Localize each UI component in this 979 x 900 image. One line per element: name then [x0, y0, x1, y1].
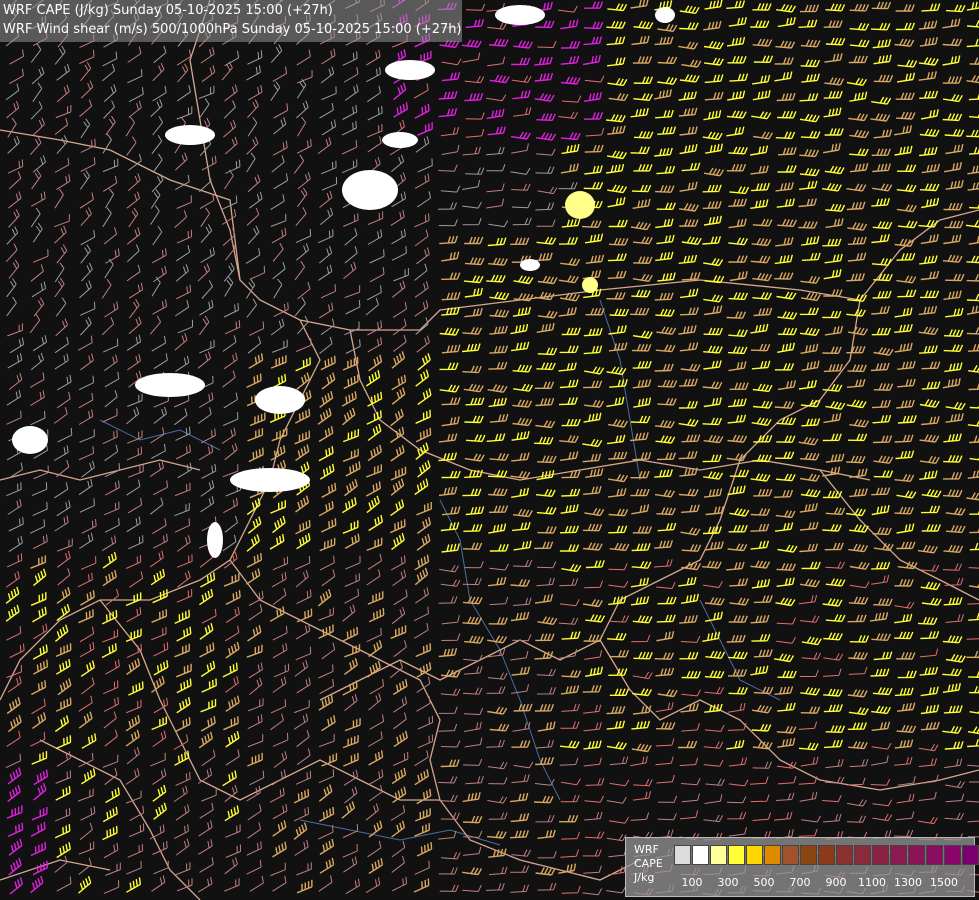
cape-patch	[12, 426, 48, 454]
cape-patch	[230, 468, 310, 492]
legend-tick-labels: 100 300 500 700 900 1100 1300 1500	[674, 876, 974, 890]
cape-patch	[207, 522, 223, 558]
legend-tick-label: 300	[717, 876, 739, 889]
legend-swatch	[674, 845, 691, 865]
legend-swatch	[908, 845, 925, 865]
legend-tick-label: 1500	[930, 876, 958, 889]
weather-map	[0, 0, 979, 900]
legend-swatch	[782, 845, 799, 865]
cape-patch	[655, 7, 675, 23]
legend-tick-label: 900	[825, 876, 847, 889]
shear-title: WRF Wind shear (m/s) 500/1000hPa Sunday …	[3, 22, 462, 37]
cape-patch	[582, 277, 598, 293]
legend-color-scale	[674, 845, 979, 865]
cape-title: WRF CAPE (J/kg) Sunday 05-10-2025 15:00 …	[3, 3, 333, 18]
legend-tick-label: 500	[753, 876, 775, 889]
legend-swatch	[890, 845, 907, 865]
legend-swatch	[944, 845, 961, 865]
cape-patch	[565, 191, 595, 219]
legend-swatch	[800, 845, 817, 865]
cape-patch	[520, 259, 540, 271]
legend-swatch	[872, 845, 889, 865]
legend-swatch	[710, 845, 727, 865]
legend-swatch	[746, 845, 763, 865]
cape-patch	[255, 386, 305, 414]
cape-patch	[165, 125, 215, 145]
legend-tick-label: 100	[681, 876, 703, 889]
cape-legend: WRF CAPE J/kg 100 300 500 700 900 1100 1300 150…	[625, 837, 979, 897]
legend-swatch	[818, 845, 835, 865]
legend-model-label: WRF	[634, 843, 659, 856]
legend-tick-label: 700	[789, 876, 811, 889]
legend-swatch	[926, 845, 943, 865]
legend-swatch	[692, 845, 709, 865]
legend-swatch	[962, 845, 979, 865]
legend-swatch	[728, 845, 745, 865]
cape-patch	[385, 60, 435, 80]
cape-patch	[342, 170, 398, 210]
legend-var-label: CAPE	[634, 857, 663, 870]
cape-patch	[495, 5, 545, 25]
map-title-box: WRF CAPE (J/kg) Sunday 05-10-2025 15:00 …	[0, 0, 462, 42]
cape-patch	[382, 132, 418, 148]
legend-unit-label: J/kg	[634, 871, 655, 884]
legend-tick-label: 1300	[894, 876, 922, 889]
legend-tick-label: 1100	[858, 876, 886, 889]
cape-patch	[135, 373, 205, 397]
legend-swatch	[854, 845, 871, 865]
legend-swatch	[836, 845, 853, 865]
legend-swatch	[764, 845, 781, 865]
